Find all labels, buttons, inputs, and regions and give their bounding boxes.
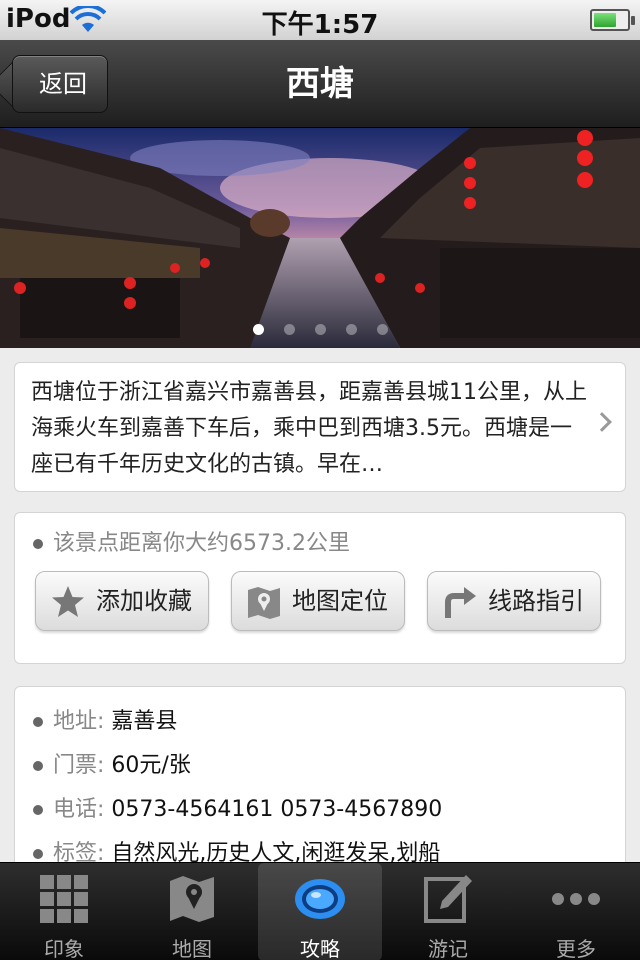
address-value: 嘉善县 (111, 709, 178, 734)
tab-travelogue-label: 游记 (428, 937, 468, 960)
address-label: 地址: (53, 709, 105, 734)
description-card[interactable]: 西塘位于浙江省嘉兴市嘉善县，距嘉善县城11公里，从上海乘火车到嘉善下车后，乘中巴… (14, 362, 626, 492)
bullet-icon (33, 805, 43, 815)
map-pin-icon (248, 587, 280, 619)
phone-row[interactable]: 电话: 0573-4564161 0573-4567890 (33, 791, 442, 823)
tab-impression[interactable]: 印象 (0, 863, 128, 960)
star-icon (52, 586, 84, 617)
carousel-page-indicator[interactable] (0, 320, 640, 339)
more-dots-icon (552, 893, 600, 905)
add-favorite-label: 添加收藏 (96, 587, 192, 615)
map-icon (170, 876, 214, 922)
hero-carousel[interactable] (0, 128, 640, 348)
address-row: 地址: 嘉善县 (33, 703, 177, 735)
tab-travelogue[interactable]: 游记 (384, 863, 512, 960)
phone-label: 电话: (53, 797, 105, 822)
route-arrow-icon (445, 587, 476, 618)
grid-icon (40, 875, 88, 923)
battery-icon (590, 9, 635, 31)
ticket-value: 60元/张 (111, 753, 191, 778)
bullet-icon (33, 717, 43, 727)
ticket-row: 门票: 60元/张 (33, 747, 191, 779)
tab-more-label: 更多 (556, 937, 596, 960)
status-bar: iPod 下午1:57 (0, 0, 640, 40)
tab-guide[interactable]: 攻略 (258, 863, 382, 960)
carousel-dot[interactable] (345, 324, 357, 335)
navigation-bar: 返回 西塘 (0, 40, 640, 128)
carousel-dot[interactable] (376, 324, 388, 335)
description-text: 西塘位于浙江省嘉兴市嘉善县，距嘉善县城11公里，从上海乘火车到嘉善下车后，乘中巴… (31, 380, 587, 477)
tab-map[interactable]: 地图 (128, 863, 256, 960)
tab-map-label: 地图 (172, 937, 212, 960)
map-locate-label: 地图定位 (292, 587, 388, 615)
info-card: 地址: 嘉善县 门票: 60元/张 电话: 0573-4564161 0573-… (14, 686, 626, 876)
ticket-label: 门票: (53, 753, 105, 778)
tab-bar: 印象 地图 攻略 游记 更多 (0, 862, 640, 960)
bullet-icon (33, 761, 43, 771)
tab-more[interactable]: 更多 (512, 863, 640, 960)
carousel-dot[interactable] (252, 324, 264, 335)
tab-impression-label: 印象 (44, 937, 84, 960)
bullet-icon (33, 849, 43, 859)
distance-label: 该景点距离你大约6573.2公里 (53, 531, 350, 556)
status-time: 下午1:57 (261, 10, 379, 40)
map-locate-button[interactable]: 地图定位 (231, 571, 405, 631)
edit-icon (424, 875, 472, 923)
canal-town-photo (0, 128, 640, 348)
back-button[interactable]: 返回 (12, 55, 108, 113)
chevron-right-icon (592, 412, 612, 432)
distance-text: 该景点距离你大约6573.2公里 (33, 525, 350, 557)
distance-actions-card: 该景点距离你大约6573.2公里 添加收藏 地图定位 线路指引 (14, 512, 626, 664)
tab-guide-label: 攻略 (300, 937, 340, 960)
eye-ring-icon (295, 879, 345, 919)
route-guide-label: 线路指引 (488, 587, 584, 615)
carousel-dot[interactable] (314, 324, 326, 335)
phone-value[interactable]: 0573-4564161 0573-4567890 (111, 797, 442, 822)
route-guide-button[interactable]: 线路指引 (427, 571, 601, 631)
carousel-dot[interactable] (283, 324, 295, 335)
add-favorite-button[interactable]: 添加收藏 (35, 571, 209, 631)
bullet-icon (33, 539, 43, 549)
